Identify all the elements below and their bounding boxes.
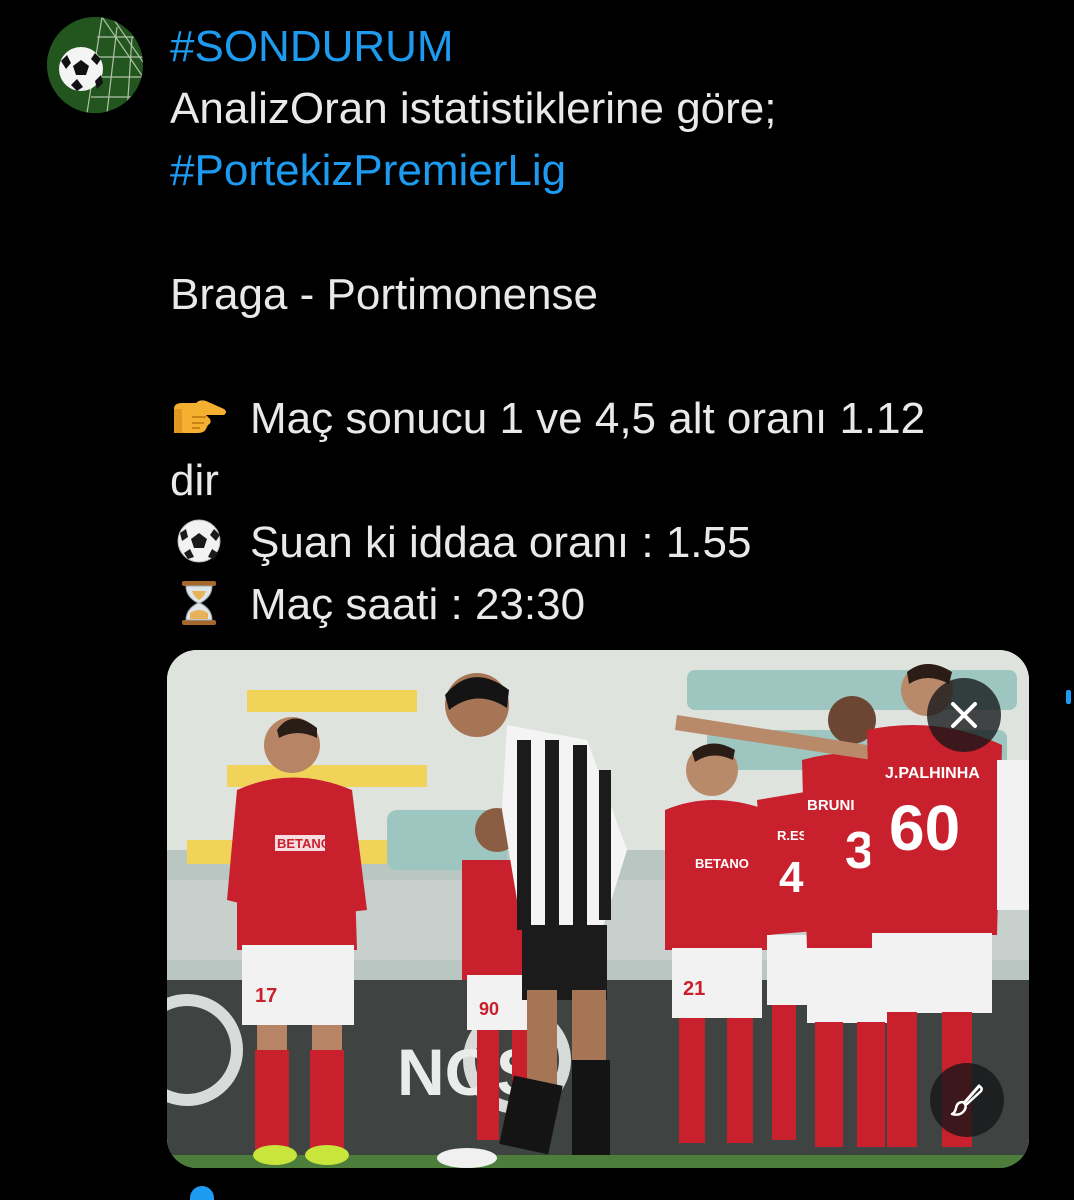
next-item-indicator — [190, 1186, 214, 1200]
soccer-ball-icon — [170, 519, 228, 563]
hashtag-league-link[interactable]: #PortekizPremierLig — [170, 140, 1050, 202]
jersey-number-4: 4 — [779, 853, 804, 902]
scroll-indicator — [1066, 690, 1071, 704]
backhand-index-pointing-right-icon — [170, 395, 228, 439]
odds-line: Şuan ki iddaa oranı : 1.55 — [170, 512, 1050, 574]
remove-media-button[interactable] — [927, 678, 1001, 752]
hourglass-icon — [170, 581, 228, 625]
intro-line: AnalizOran istatistiklerine göre; — [170, 84, 777, 133]
hashtag-sondurum-link[interactable]: #SONDURUM — [170, 16, 1050, 78]
sponsor-label-2: BETANO — [695, 856, 749, 871]
avatar[interactable] — [47, 17, 143, 113]
time-text: Maç saati : 23:30 — [250, 580, 586, 629]
close-icon — [951, 702, 977, 728]
tweet-media-image[interactable]: NOS BETANO 17 90 BETANO 21 R.ES 4 BRUNI … — [167, 650, 1029, 1168]
jersey-name-1: J.PALHINHA — [885, 765, 980, 782]
jersey-name-2: BRUNI — [807, 797, 855, 814]
soccer-ball-net-avatar-icon — [47, 17, 143, 113]
match-line: Braga - Portimonense — [170, 270, 598, 319]
sponsor-label: BETANO — [277, 836, 331, 851]
result-line-continued: dir — [170, 456, 219, 505]
short-number-90: 90 — [479, 999, 499, 1019]
short-number-17: 17 — [255, 985, 277, 1007]
time-line: Maç saati : 23:30 — [170, 574, 1050, 636]
result-line: Maç sonucu 1 ve 4,5 alt oranı 1.12 — [170, 388, 1050, 450]
paintbrush-edit-icon — [950, 1084, 983, 1116]
jersey-number-60: 60 — [889, 792, 960, 864]
edit-media-button[interactable] — [930, 1063, 1004, 1137]
short-number-21: 21 — [683, 978, 705, 1000]
football-photo: NOS BETANO 17 90 BETANO 21 R.ES 4 BRUNI … — [167, 650, 1029, 1168]
jersey-name-3: R.ES — [777, 828, 808, 843]
tweet-text: #SONDURUM AnalizOran istatistiklerine gö… — [170, 16, 1050, 636]
result-text: Maç sonucu 1 ve 4,5 alt oranı 1.12 — [250, 394, 926, 443]
odds-text: Şuan ki iddaa oranı : 1.55 — [250, 518, 752, 567]
